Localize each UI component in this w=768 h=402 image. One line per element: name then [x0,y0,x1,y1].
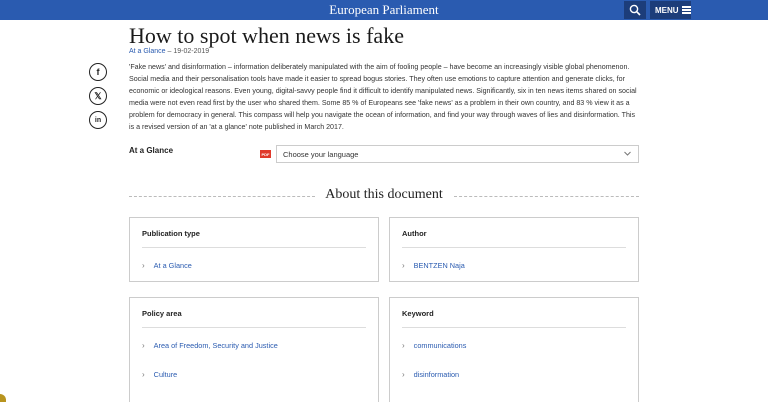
policy-area-link[interactable]: › Culture [142,370,177,379]
language-select-value: Choose your language [283,150,359,159]
download-label: At a Glance [129,146,174,155]
card-divider [142,327,366,328]
x-icon: 𝕏 [94,90,102,101]
publication-date: – 19-02-2019 [167,48,210,55]
page-title: How to spot when news is fake [129,23,404,48]
card-divider [402,327,626,328]
chevron-right-icon: › [402,341,405,350]
policy-area-card: Policy area › Area of Freedom, Security a… [129,297,379,402]
about-divider-right [454,196,639,197]
chevron-right-icon: › [402,370,405,379]
top-bar: European Parliament MENU [0,0,768,20]
publication-meta: At a Glance – 19-02-2019 [129,48,209,55]
summary-text: 'Fake news' and disinformation – informa… [129,63,637,132]
author-card: Author › BENTZEN Naja [389,217,639,282]
language-select[interactable]: Choose your language [276,145,639,163]
pdf-icon: PDF [260,150,271,158]
search-icon [629,4,641,16]
keyword-link[interactable]: › communications [402,341,466,350]
menu-label: MENU [655,5,679,15]
keyword-card: Keyword › communications › disinformation [389,297,639,402]
menu-button[interactable]: MENU [650,1,691,19]
chevron-right-icon: › [402,261,405,270]
chevron-right-icon: › [142,261,145,270]
x-share-button[interactable]: 𝕏 [89,87,107,105]
publication-type-card: Publication type › At a Glance [129,217,379,282]
chevron-right-icon: › [142,370,145,379]
card-divider [142,247,366,248]
card-title: Keyword [402,309,434,318]
hamburger-icon [681,5,691,16]
publication-type-link[interactable]: At a Glance [129,48,166,55]
card-title: Policy area [142,309,182,318]
author-link[interactable]: › BENTZEN Naja [402,261,465,270]
card-divider [402,247,626,248]
chevron-right-icon: › [142,341,145,350]
chevron-down-icon [624,151,631,156]
search-button[interactable] [624,1,646,19]
card-title: Author [402,229,427,238]
card-title: Publication type [142,229,200,238]
linkedin-icon: in [94,116,102,124]
corner-decoration [0,394,6,402]
facebook-share-button[interactable]: f [89,63,107,81]
linkedin-share-button[interactable]: in [89,111,107,129]
publication-type-link[interactable]: › At a Glance [142,261,192,270]
facebook-icon: f [96,67,100,77]
keyword-link[interactable]: › disinformation [402,370,459,379]
policy-area-link[interactable]: › Area of Freedom, Security and Justice [142,341,278,350]
about-title: About this document [325,187,443,202]
